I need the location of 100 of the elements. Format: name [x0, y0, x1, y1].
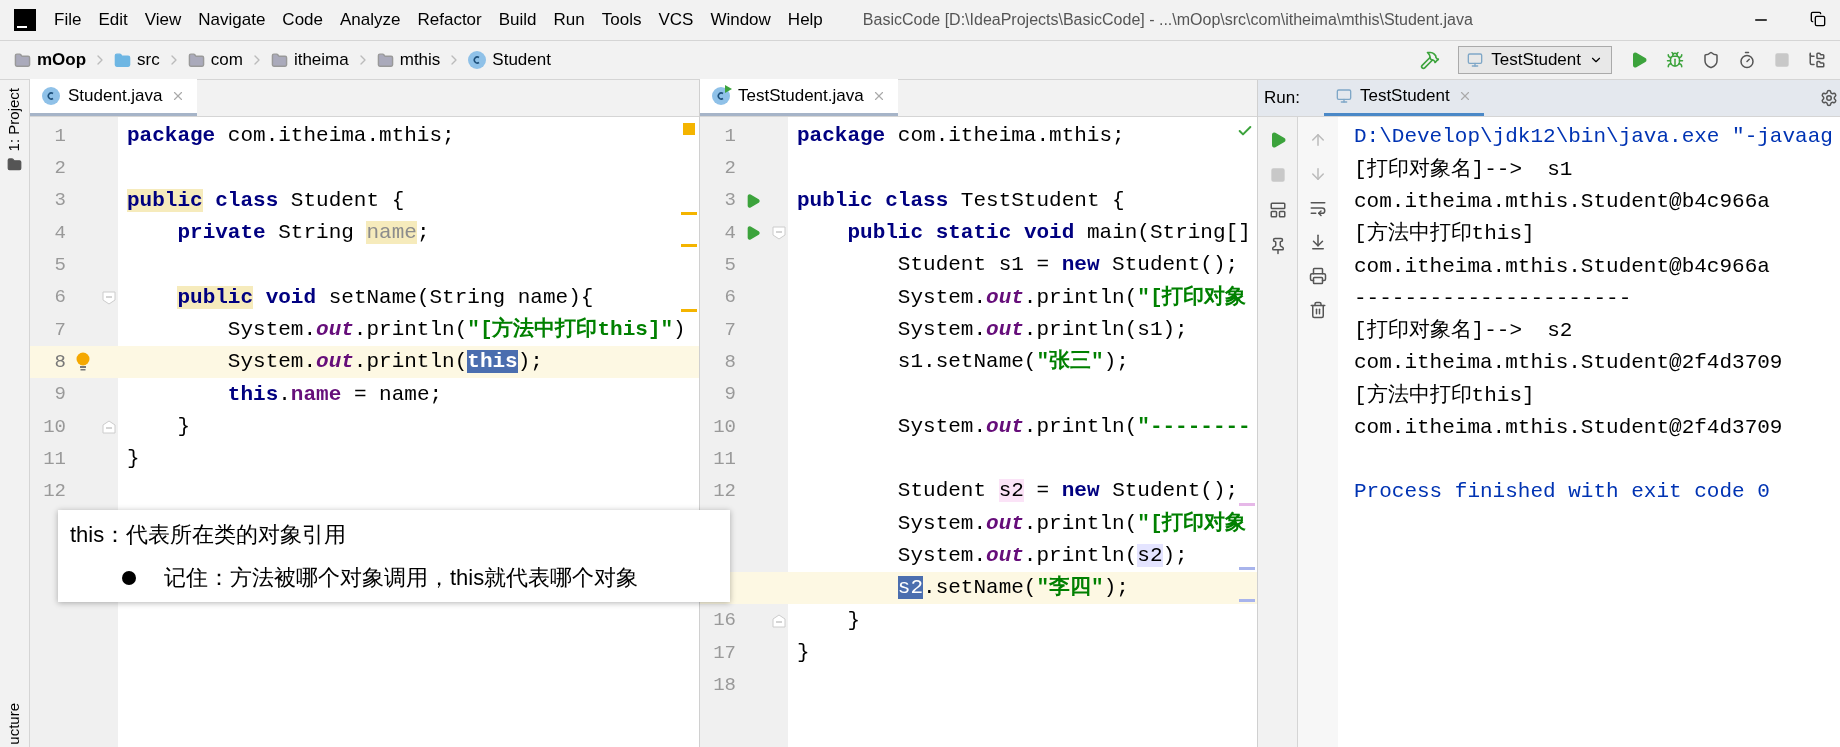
run-icon[interactable] — [1630, 51, 1648, 69]
stripe-mark[interactable] — [681, 308, 697, 312]
structure-tool-tab[interactable]: ucture — [3, 703, 26, 745]
warning-marker[interactable] — [683, 123, 695, 135]
stripe-mark[interactable] — [1239, 599, 1255, 603]
editor-tab[interactable]: TestStudent.java — [700, 79, 898, 116]
menu-item[interactable]: Build — [498, 7, 537, 33]
code-line: System.out.println("[打印对象 — [896, 284, 1247, 311]
run-tab[interactable]: TestStudent — [1323, 79, 1484, 116]
menu-item[interactable]: Tools — [601, 7, 642, 33]
stripe-mark[interactable] — [1239, 567, 1255, 571]
console-line: [方法中打印this] — [1354, 220, 1535, 248]
fold-icon[interactable] — [772, 613, 786, 628]
breadcrumb-item[interactable]: src — [114, 47, 160, 73]
line-number: 7 — [724, 317, 736, 343]
panel-label: Run: — [1264, 87, 1300, 110]
project-structure-icon[interactable] — [1808, 51, 1826, 69]
code-line: s1.setName("张三"); — [896, 348, 1129, 376]
run-icon[interactable] — [745, 225, 761, 242]
run-icon[interactable] — [745, 192, 761, 209]
menu-item[interactable]: Analyze — [340, 7, 401, 33]
layout-icon[interactable] — [1268, 201, 1287, 219]
project-tool-tab[interactable]: 1: Project — [3, 88, 26, 152]
menu-item[interactable]: Run — [553, 7, 585, 33]
line-number: 9 — [54, 382, 66, 408]
folder-icon — [270, 51, 288, 69]
fold-icon[interactable] — [102, 290, 116, 305]
folder-icon — [14, 51, 31, 69]
build-icon[interactable] — [1420, 50, 1441, 70]
soft-wrap-icon[interactable] — [1309, 199, 1327, 217]
stripe-mark[interactable] — [681, 211, 697, 215]
note-title: this：代表所在类的对象引用 — [70, 521, 348, 549]
code-line: s2.setName("李四"); — [896, 574, 1129, 602]
breadcrumb-item[interactable]: mthis — [376, 47, 441, 73]
line-number: 6 — [724, 285, 736, 311]
note-text: 记住：方法被哪个对象调用，this就代表哪个对象 — [164, 564, 639, 592]
menu-item[interactable]: VCS — [658, 7, 694, 33]
window-icon — [1335, 88, 1352, 104]
breadcrumb-item[interactable]: mOop — [14, 47, 87, 73]
menu-item[interactable]: Navigate — [198, 7, 266, 33]
stop-icon[interactable] — [1269, 167, 1286, 183]
run-config-dropdown[interactable]: TestStudent — [1458, 46, 1612, 74]
folder-icon — [114, 51, 132, 69]
window-title: BasicCode [D:\IdeaProjects\BasicCode] - ...\mOop\src\com\itheima\mthis\Student.java — [862, 10, 1473, 30]
line-number: 9 — [724, 382, 736, 408]
profile-icon[interactable] — [1738, 51, 1756, 69]
menu-item[interactable]: Edit — [98, 7, 128, 33]
down-arrow-icon[interactable] — [1309, 165, 1327, 183]
bullet-icon — [122, 570, 136, 585]
console-line: [方法中打印this] — [1354, 382, 1535, 409]
restore-icon[interactable] — [1810, 11, 1826, 27]
line-number: 18 — [713, 672, 736, 698]
app-logo — [14, 9, 36, 31]
stop-icon[interactable] — [1774, 52, 1790, 68]
console-line: ---------------------- — [1354, 285, 1632, 312]
code-line: } — [796, 639, 810, 666]
console-line: com.itheima.mthis.Student@2f4d3709 — [1354, 415, 1783, 442]
code-line: System.out.println(this); — [226, 349, 543, 376]
line-number: 10 — [713, 414, 736, 440]
line-number: 5 — [724, 253, 736, 279]
line-number: 8 — [54, 349, 66, 375]
code-line: Student s2 = new Student(); — [896, 478, 1239, 505]
line-number: 10 — [43, 414, 66, 440]
code-line: System.out.println("-------- — [896, 413, 1251, 440]
console-line: [打印对象名]--> s2 — [1354, 317, 1573, 345]
line-number: 3 — [724, 188, 736, 214]
line-number: 11 — [43, 446, 66, 472]
menu-item[interactable]: View — [144, 7, 182, 33]
code-line: } — [176, 413, 191, 440]
scroll-to-end-icon[interactable] — [1309, 233, 1327, 251]
code-line: System.out.println(s2); — [896, 543, 1188, 569]
fold-icon[interactable] — [102, 419, 116, 434]
line-number: 2 — [724, 156, 736, 182]
lightbulb-icon[interactable] — [76, 352, 90, 373]
code-line: } — [846, 607, 861, 634]
code-line: System.out.println("[方法中打印this]") — [226, 315, 686, 343]
menu-item[interactable]: File — [54, 7, 82, 33]
breadcrumb-item[interactable]: Student — [468, 47, 551, 73]
fold-icon[interactable] — [772, 226, 786, 241]
line-number: 4 — [54, 220, 66, 246]
line-number: 4 — [724, 220, 736, 246]
line-number: 5 — [54, 253, 66, 279]
debug-icon[interactable] — [1666, 51, 1684, 69]
code-line: public void setName(String name){ — [176, 284, 594, 311]
editor-tab[interactable]: Student.java — [30, 79, 197, 116]
menu-item[interactable]: Refactor — [417, 7, 482, 33]
menu-item[interactable]: Window — [710, 7, 771, 33]
breadcrumb-item[interactable]: itheima — [270, 47, 349, 73]
class-icon — [468, 51, 487, 69]
menu-item[interactable]: Code — [282, 7, 323, 33]
trash-icon[interactable] — [1309, 301, 1327, 319]
stripe-mark[interactable] — [1239, 502, 1255, 506]
stripe-mark[interactable] — [681, 244, 697, 248]
print-icon[interactable] — [1309, 267, 1327, 285]
settings-icon[interactable] — [1820, 89, 1838, 107]
breadcrumb-item[interactable]: com — [187, 47, 243, 73]
console-line: Process finished with exit code 0 — [1354, 479, 1770, 506]
menu-item[interactable]: Help — [787, 7, 823, 33]
coverage-icon[interactable] — [1702, 51, 1720, 69]
code-line: public class Student { — [126, 187, 405, 214]
